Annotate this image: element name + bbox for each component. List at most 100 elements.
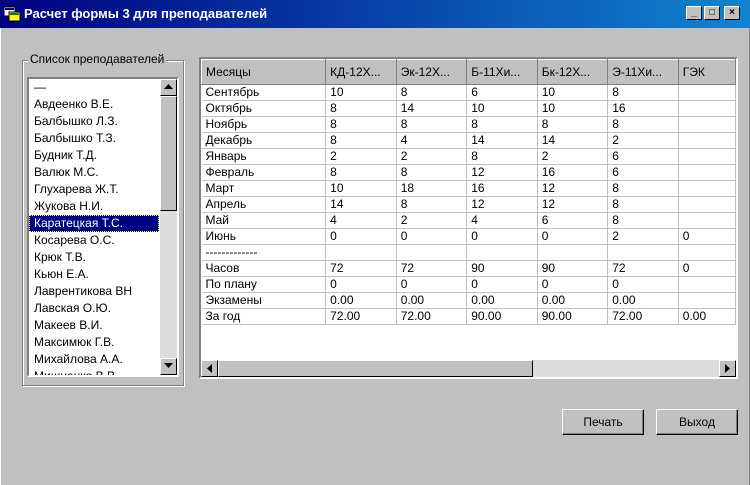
table-cell[interactable] [537, 244, 609, 261]
table-cell[interactable]: 14 [396, 100, 468, 117]
table-cell[interactable]: 4 [396, 132, 468, 149]
table-cell[interactable] [607, 244, 679, 261]
teacher-list-item[interactable]: Каратецкая Т.С. [29, 215, 159, 232]
table-cell[interactable]: 14 [466, 132, 538, 149]
table-cell[interactable]: 8 [466, 148, 538, 165]
teacher-list-item[interactable]: Крюк Т.В. [29, 249, 159, 266]
table-cell[interactable] [678, 100, 736, 117]
table-cell[interactable]: 8 [325, 164, 397, 181]
table-cell[interactable]: 0.00 [607, 292, 679, 309]
teacher-list-item[interactable]: Валюк М.С. [29, 164, 159, 181]
table-cell[interactable] [678, 84, 736, 101]
column-header[interactable]: Месяцы [201, 59, 327, 85]
table-cell[interactable]: 14 [325, 196, 397, 213]
table-cell[interactable]: 18 [396, 180, 468, 197]
table-cell[interactable]: 0 [325, 276, 397, 293]
list-scroll-thumb[interactable] [160, 96, 177, 211]
table-cell[interactable]: 12 [466, 196, 538, 213]
table-cell[interactable]: 2 [607, 228, 679, 245]
column-header[interactable]: Б-11Хи... [466, 59, 538, 85]
grid-scroll-thumb[interactable] [218, 360, 533, 377]
table-cell[interactable] [678, 244, 736, 261]
table-cell[interactable]: 0.00 [396, 292, 468, 309]
teachers-listbox[interactable]: — Авдеенко В.Е. Балбышко Л.З. Балбышко Т.З.… [27, 77, 179, 377]
table-cell[interactable]: 10 [537, 84, 609, 101]
list-vertical-scrollbar[interactable] [160, 79, 177, 375]
teacher-list-item[interactable]: Мишненко В.В. [29, 368, 159, 375]
table-cell[interactable]: 0.00 [537, 292, 609, 309]
table-cell[interactable]: 6 [466, 84, 538, 101]
table-cell[interactable]: За год [201, 308, 327, 325]
table-cell[interactable]: 16 [466, 180, 538, 197]
table-cell[interactable]: Декабрь [201, 132, 327, 149]
scroll-down-button[interactable] [160, 358, 177, 375]
table-cell[interactable]: 0 [678, 228, 736, 245]
teacher-list-item[interactable]: — [29, 79, 159, 96]
table-cell[interactable]: 0.00 [325, 292, 397, 309]
table-cell[interactable]: 2 [607, 132, 679, 149]
table-cell[interactable]: 8 [396, 164, 468, 181]
table-cell[interactable]: 10 [537, 100, 609, 117]
table-cell[interactable]: 0.00 [678, 308, 736, 325]
print-button[interactable]: Печать [562, 409, 644, 435]
table-cell[interactable]: 6 [607, 148, 679, 165]
table-cell[interactable]: 2 [396, 212, 468, 229]
table-cell[interactable]: 8 [607, 196, 679, 213]
table-cell[interactable]: Апрель [201, 196, 327, 213]
table-cell[interactable]: Февраль [201, 164, 327, 181]
table-cell[interactable]: 72 [325, 260, 397, 277]
table-cell[interactable]: Ноябрь [201, 116, 327, 133]
table-cell[interactable]: 8 [607, 116, 679, 133]
table-cell[interactable]: 2 [537, 148, 609, 165]
minimize-button[interactable]: _ [686, 6, 702, 20]
column-header[interactable]: Эк-12Х... [395, 59, 468, 85]
table-cell[interactable]: 8 [325, 100, 397, 117]
table-cell[interactable]: 8 [325, 132, 397, 149]
table-cell[interactable]: ------------- [201, 244, 327, 261]
table-cell[interactable]: 90 [537, 260, 609, 277]
column-header[interactable]: ГЭК [677, 59, 736, 85]
table-cell[interactable] [678, 164, 736, 181]
teacher-list-item[interactable]: Лавская О.Ю. [29, 300, 159, 317]
teacher-list-item[interactable]: Михайлова А.А. [29, 351, 159, 368]
table-cell[interactable]: 8 [537, 116, 609, 133]
table-cell[interactable]: 0 [466, 228, 538, 245]
table-cell[interactable]: 8 [396, 116, 468, 133]
table-cell[interactable]: 6 [537, 212, 609, 229]
table-cell[interactable]: 0 [607, 276, 679, 293]
table-cell[interactable]: 8 [607, 84, 679, 101]
table-cell[interactable] [325, 244, 397, 261]
table-cell[interactable]: Июнь [201, 228, 327, 245]
table-cell[interactable]: Экзамены [201, 292, 327, 309]
table-cell[interactable]: 16 [607, 100, 679, 117]
teacher-list-item[interactable]: Кьюн Е.А. [29, 266, 159, 283]
table-cell[interactable] [678, 292, 736, 309]
hours-grid[interactable]: Месяцы КД-12Х... Эк-12Х... Б-11Хи... Бк-12Х.… [199, 57, 738, 379]
table-cell[interactable]: 6 [607, 164, 679, 181]
column-header[interactable]: КД-12Х... [325, 59, 397, 85]
table-cell[interactable] [396, 244, 468, 261]
teacher-list-item[interactable]: Будник Т.Д. [29, 147, 159, 164]
table-cell[interactable] [678, 148, 736, 165]
table-cell[interactable]: 0 [466, 276, 538, 293]
table-cell[interactable]: Часов [201, 260, 327, 277]
table-cell[interactable]: 72 [607, 260, 679, 277]
table-cell[interactable]: Май [201, 212, 327, 229]
table-cell[interactable]: 10 [325, 84, 397, 101]
table-cell[interactable]: 10 [466, 100, 538, 117]
table-cell[interactable]: 90 [466, 260, 538, 277]
table-cell[interactable] [678, 276, 736, 293]
table-cell[interactable]: 0 [396, 276, 468, 293]
table-cell[interactable]: 72.00 [396, 308, 468, 325]
table-cell[interactable]: 2 [396, 148, 468, 165]
table-cell[interactable]: 8 [607, 180, 679, 197]
table-cell[interactable]: 72.00 [607, 308, 679, 325]
title-bar[interactable]: Расчет формы 3 для преподавателей _ □ × [0, 0, 750, 28]
table-cell[interactable]: 8 [396, 84, 468, 101]
teacher-list-item[interactable]: Авдеенко В.Е. [29, 96, 159, 113]
teacher-list-item[interactable]: Балбышко Т.З. [29, 130, 159, 147]
table-cell[interactable]: 16 [537, 164, 609, 181]
table-cell[interactable] [678, 132, 736, 149]
table-cell[interactable]: 8 [396, 196, 468, 213]
teacher-list-item[interactable]: Косарева О.С. [29, 232, 159, 249]
